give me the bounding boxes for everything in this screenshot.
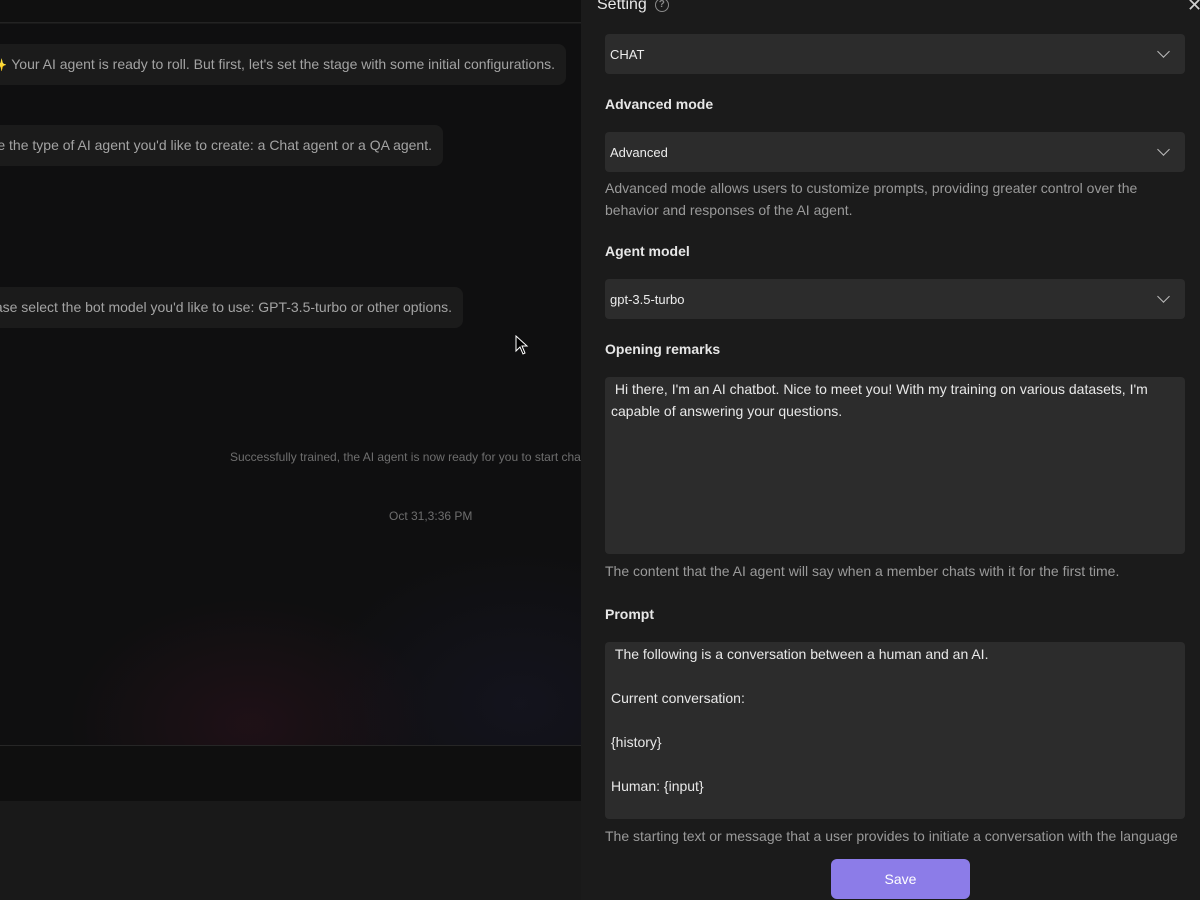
question-circle-icon[interactable]: ? [654, 0, 669, 12]
advanced-mode-select[interactable]: Advanced [605, 132, 1185, 172]
advanced-mode-hint: Advanced mode allows users to customize … [605, 180, 1138, 218]
advanced-mode-label: Advanced mode [605, 96, 714, 112]
app-root: ✨ Your AI agent is ready to roll. But fir… [0, 0, 1200, 900]
chevron-down-icon [1157, 143, 1170, 156]
close-icon[interactable]: ✕ [1187, 0, 1200, 14]
chat-area: ✨ Your AI agent is ready to roll. But fir… [0, 0, 581, 900]
training-status-note: Successfully trained, the AI agent is no… [230, 450, 581, 464]
chat-message: ase select the bot model you'd like to u… [0, 287, 463, 328]
agent-type-select[interactable]: CHAT [605, 34, 1185, 74]
prompt-textarea[interactable]: The following is a conversation between … [605, 642, 1185, 819]
message-text: Your AI agent is ready to roll. But firs… [11, 56, 555, 72]
opening-remarks-textarea[interactable]: Hi there, I'm an AI chatbot. Nice to mee… [605, 377, 1185, 554]
message-timestamp: Oct 31,3:36 PM [389, 509, 473, 523]
chevron-down-icon [1157, 45, 1170, 58]
chat-message: e the type of AI agent you'd like to cre… [0, 125, 443, 166]
prompt-hint: The starting text or message that a user… [605, 828, 1178, 844]
chat-footer [0, 801, 581, 900]
mouse-cursor-icon [515, 335, 529, 355]
message-text: ase select the bot model you'd like to u… [0, 299, 452, 315]
settings-panel: Setting ? ✕ CHAT Advanced mode Advanced … [581, 0, 1200, 900]
agent-model-value: gpt-3.5-turbo [610, 291, 685, 307]
chat-messages[interactable]: ✨ Your AI agent is ready to roll. But fir… [0, 24, 581, 745]
save-button[interactable]: Save [831, 859, 970, 899]
chat-header [0, 0, 581, 23]
chat-message: ✨ Your AI agent is ready to roll. But fir… [0, 44, 566, 85]
chevron-down-icon [1157, 290, 1170, 303]
message-text: e the type of AI agent you'd like to cre… [0, 137, 432, 153]
agent-model-label: Agent model [605, 243, 690, 259]
agent-type-value: CHAT [610, 46, 645, 62]
agent-model-select[interactable]: gpt-3.5-turbo [605, 279, 1185, 319]
panel-title: Setting [597, 0, 647, 13]
opening-remarks-hint: The content that the AI agent will say w… [605, 563, 1120, 579]
prompt-label: Prompt [605, 606, 654, 622]
sparkles-icon: ✨ [0, 58, 7, 72]
advanced-mode-value: Advanced [610, 144, 668, 160]
chat-input-bar[interactable] [0, 745, 581, 801]
panel-header: Setting ? [597, 0, 669, 14]
opening-remarks-label: Opening remarks [605, 341, 721, 357]
